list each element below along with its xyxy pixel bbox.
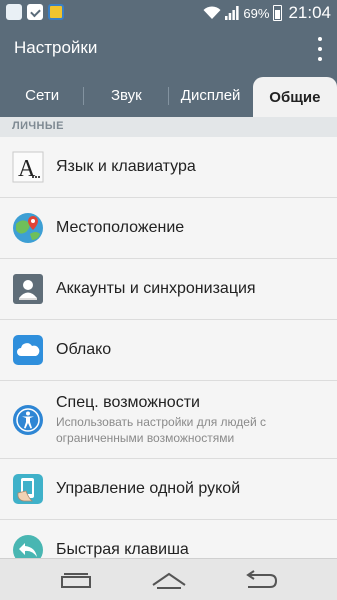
cloud-icon <box>13 335 43 365</box>
item-title: Аккаунты и синхронизация <box>56 280 256 297</box>
accounts-icon <box>13 274 43 304</box>
list-item-location[interactable]: Местоположение <box>0 198 337 259</box>
notification-app-icon <box>48 4 64 20</box>
tab-sound[interactable]: Звук <box>84 73 169 117</box>
back-button[interactable] <box>240 567 280 593</box>
wifi-icon <box>203 6 221 19</box>
page-title: Настройки <box>14 38 98 57</box>
section-label: ЛИЧНЫЕ <box>12 120 64 132</box>
item-title: Язык и клавиатура <box>56 158 196 175</box>
app-bar: Настройки <box>0 25 337 73</box>
item-title: Быстрая клавиша <box>56 541 189 558</box>
tab-networks[interactable]: Сети <box>0 73 85 117</box>
clock: 21:04 <box>288 3 331 22</box>
accessibility-icon <box>13 404 43 435</box>
item-title: Местоположение <box>56 219 185 236</box>
notification-icons <box>6 4 64 20</box>
item-title: Облако <box>56 341 112 358</box>
list-item-language[interactable]: A Язык и клавиатура <box>0 137 337 198</box>
svg-text:A: A <box>18 156 36 182</box>
home-button[interactable] <box>149 567 189 593</box>
item-title: Спец. возможности <box>56 393 200 411</box>
signal-icon <box>225 6 240 20</box>
list-item-accounts[interactable]: Аккаунты и синхронизация <box>0 259 337 320</box>
location-icon <box>13 213 43 243</box>
recent-apps-icon <box>61 573 91 588</box>
home-icon <box>152 572 186 589</box>
status-indicators: 69% 21:04 <box>203 3 331 23</box>
tab-display[interactable]: Дисплей <box>169 73 253 117</box>
notification-check-icon <box>27 4 43 20</box>
tab-bar: Сети Звук Дисплей Общие <box>0 73 337 117</box>
list-item-accessibility[interactable]: Спец. возможности Использовать настройки… <box>0 381 337 459</box>
item-title: Управление одной рукой <box>56 480 241 497</box>
list-item-one-hand[interactable]: Управление одной рукой <box>0 459 337 520</box>
battery-percent: 69% <box>243 5 270 21</box>
one-hand-icon <box>13 474 43 504</box>
overflow-menu-icon[interactable] <box>317 37 323 61</box>
section-header: ЛИЧНЫЕ <box>0 117 337 137</box>
back-icon <box>246 570 278 588</box>
item-subtitle: Использовать настройки для людей с огран… <box>56 414 266 445</box>
tab-general[interactable]: Общие <box>252 77 337 117</box>
status-bar: 69% 21:04 <box>0 0 337 25</box>
list-item-cloud[interactable]: Облако <box>0 320 337 381</box>
navigation-bar <box>0 558 337 600</box>
recent-apps-button[interactable] <box>56 567 96 593</box>
settings-list: A Язык и клавиатура Местоположение Аккау… <box>0 137 337 581</box>
battery-icon <box>273 5 283 21</box>
notification-image-icon <box>6 4 22 20</box>
language-icon: A <box>12 151 44 183</box>
